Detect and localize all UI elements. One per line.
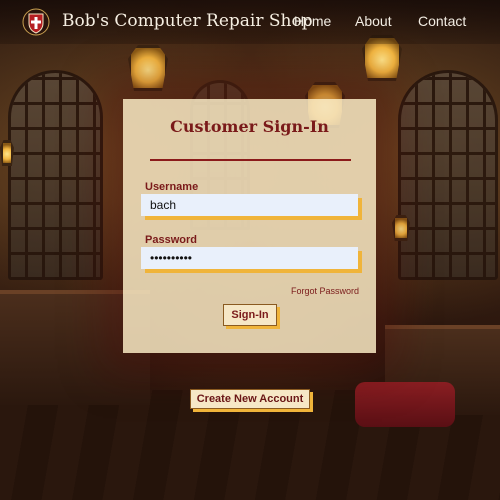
background-window-right xyxy=(398,70,498,280)
shield-cross-icon xyxy=(22,8,50,36)
title-divider xyxy=(150,159,351,161)
lantern-icon xyxy=(392,215,410,241)
password-label: Password xyxy=(145,234,197,246)
site-header: Bob's Computer Repair Shop Home About Co… xyxy=(0,0,500,44)
password-input[interactable]: •••••••••• xyxy=(141,247,358,269)
signin-title: Customer Sign-In xyxy=(170,117,329,136)
lantern-icon xyxy=(128,45,168,91)
lantern-icon xyxy=(0,140,14,166)
forgot-password-link[interactable]: Forgot Password xyxy=(291,286,359,296)
site-brand[interactable]: Bob's Computer Repair Shop xyxy=(62,11,313,31)
nav-about[interactable]: About xyxy=(355,13,392,29)
background-window-left xyxy=(8,70,103,280)
username-label: Username xyxy=(145,181,199,193)
chair xyxy=(355,382,455,427)
nav-contact[interactable]: Contact xyxy=(418,13,466,29)
username-input[interactable] xyxy=(141,194,358,216)
signin-button[interactable]: Sign-In xyxy=(223,304,277,326)
nav-home[interactable]: Home xyxy=(294,13,331,29)
create-account-button[interactable]: Create New Account xyxy=(190,389,310,409)
signin-card: Customer Sign-In Username Password •••••… xyxy=(123,99,376,353)
